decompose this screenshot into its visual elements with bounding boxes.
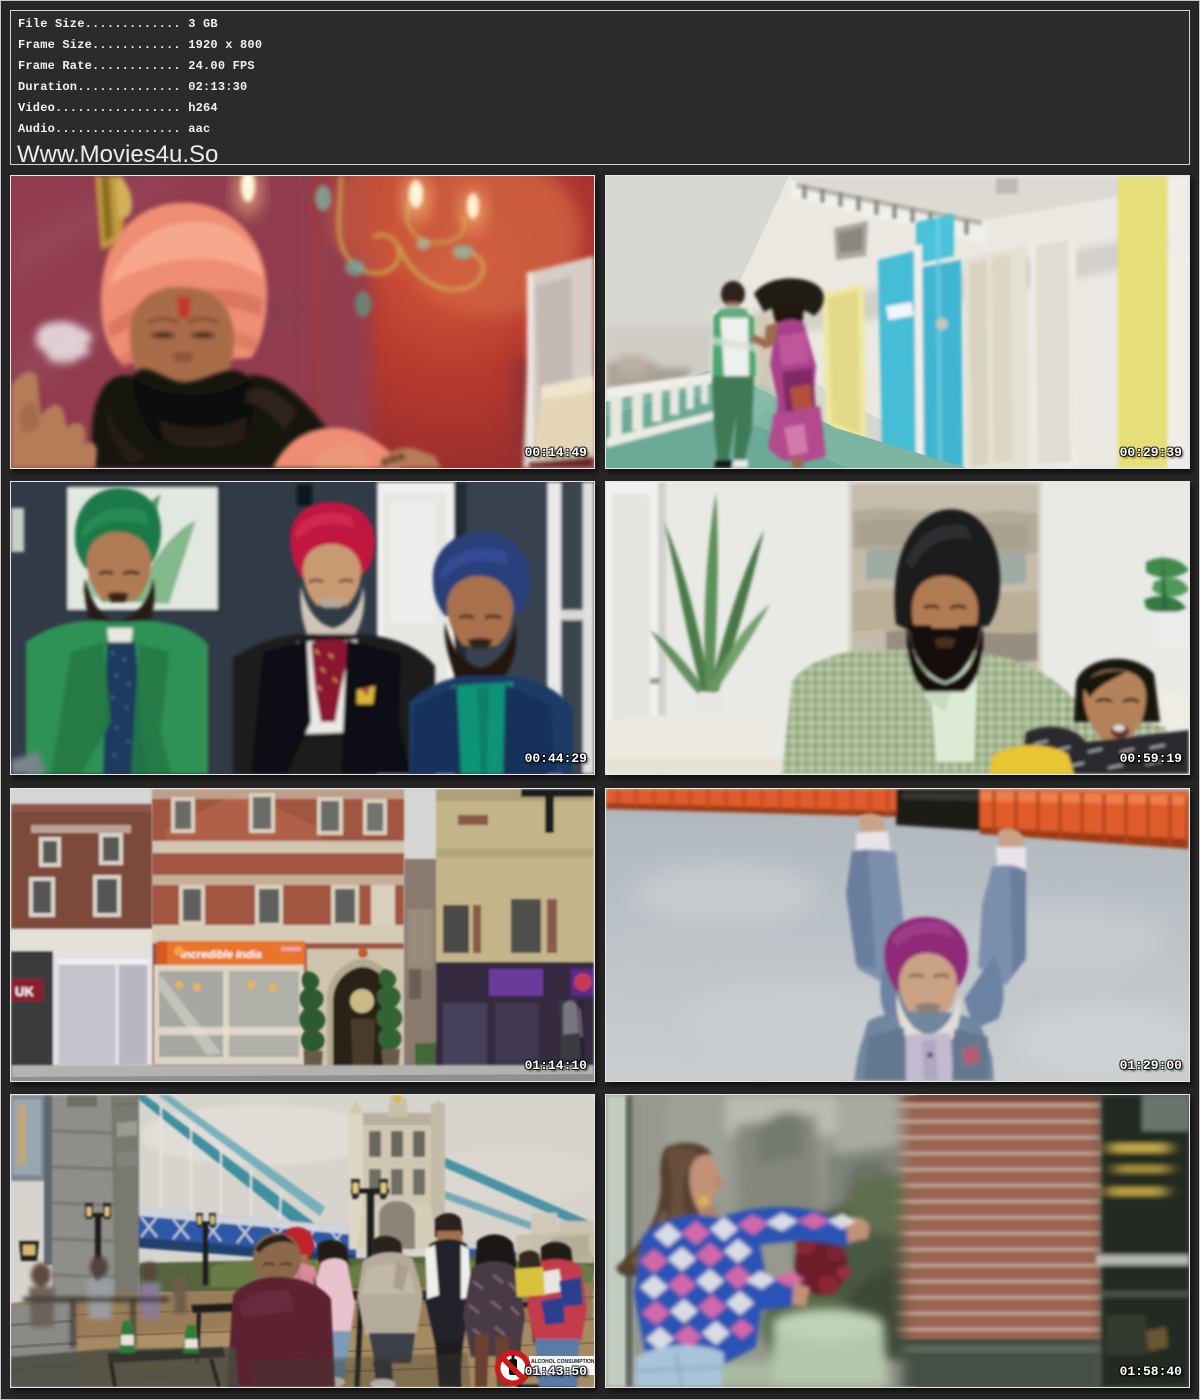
svg-text:UK: UK xyxy=(15,984,34,999)
svg-text:Incredible India: Incredible India xyxy=(181,949,262,961)
